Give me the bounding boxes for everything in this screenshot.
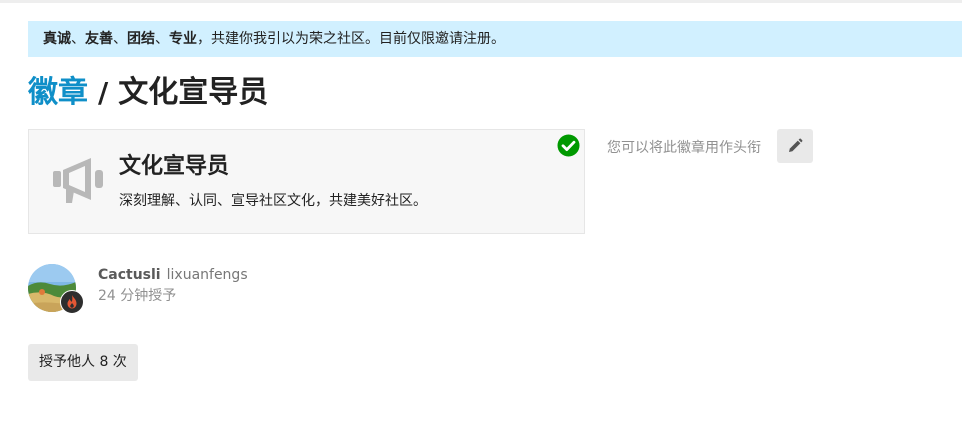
notice-value-3: 团结 (127, 31, 155, 47)
badge-description: 深刻理解、认同、宣导社区文化，共建美好社区。 (119, 193, 427, 209)
notice-value-1: 真诚 (43, 31, 71, 47)
breadcrumb-separator: / (98, 76, 109, 109)
user-full-name: lixuanfengs (166, 267, 248, 283)
flame-icon (60, 290, 84, 314)
notice-sep-2: 、 (113, 31, 127, 47)
breadcrumb-badges-link[interactable]: 徽章 (28, 75, 88, 110)
notice-value-2: 友善 (85, 31, 113, 47)
badge-card: 文化宣导员 深刻理解、认同、宣导社区文化，共建美好社区。 (28, 129, 585, 234)
page-title-text: 文化宣导员 (118, 75, 269, 110)
username-link[interactable]: Cactusli (98, 267, 161, 283)
megaphone-icon (51, 155, 107, 205)
notice-value-4: 专业 (169, 31, 197, 47)
badge-title-hint: 您可以将此徽章用作头衔 (607, 140, 761, 156)
granted-time: 24 分钟授予 (98, 288, 177, 304)
grant-others-button[interactable]: 授予他人 8 次 (28, 344, 138, 381)
check-circle-icon (557, 134, 580, 157)
top-border (0, 0, 962, 3)
site-notice-banner: 真诚、友善、团结、专业，共建你我引以为荣之社区。目前仅限邀请注册。 (28, 21, 962, 57)
badge-name: 文化宣导员 (119, 154, 230, 179)
notice-sep-1: 、 (71, 31, 85, 47)
notice-sep-3: 、 (155, 31, 169, 47)
grant-user-line: Cactusli lixuanfengs (98, 265, 248, 285)
page-title: 徽章 / 文化宣导员 (28, 72, 268, 114)
edit-title-button[interactable] (777, 129, 813, 163)
notice-suffix: ，共建你我引以为荣之社区。目前仅限邀请注册。 (197, 31, 505, 47)
pencil-icon (789, 138, 803, 152)
